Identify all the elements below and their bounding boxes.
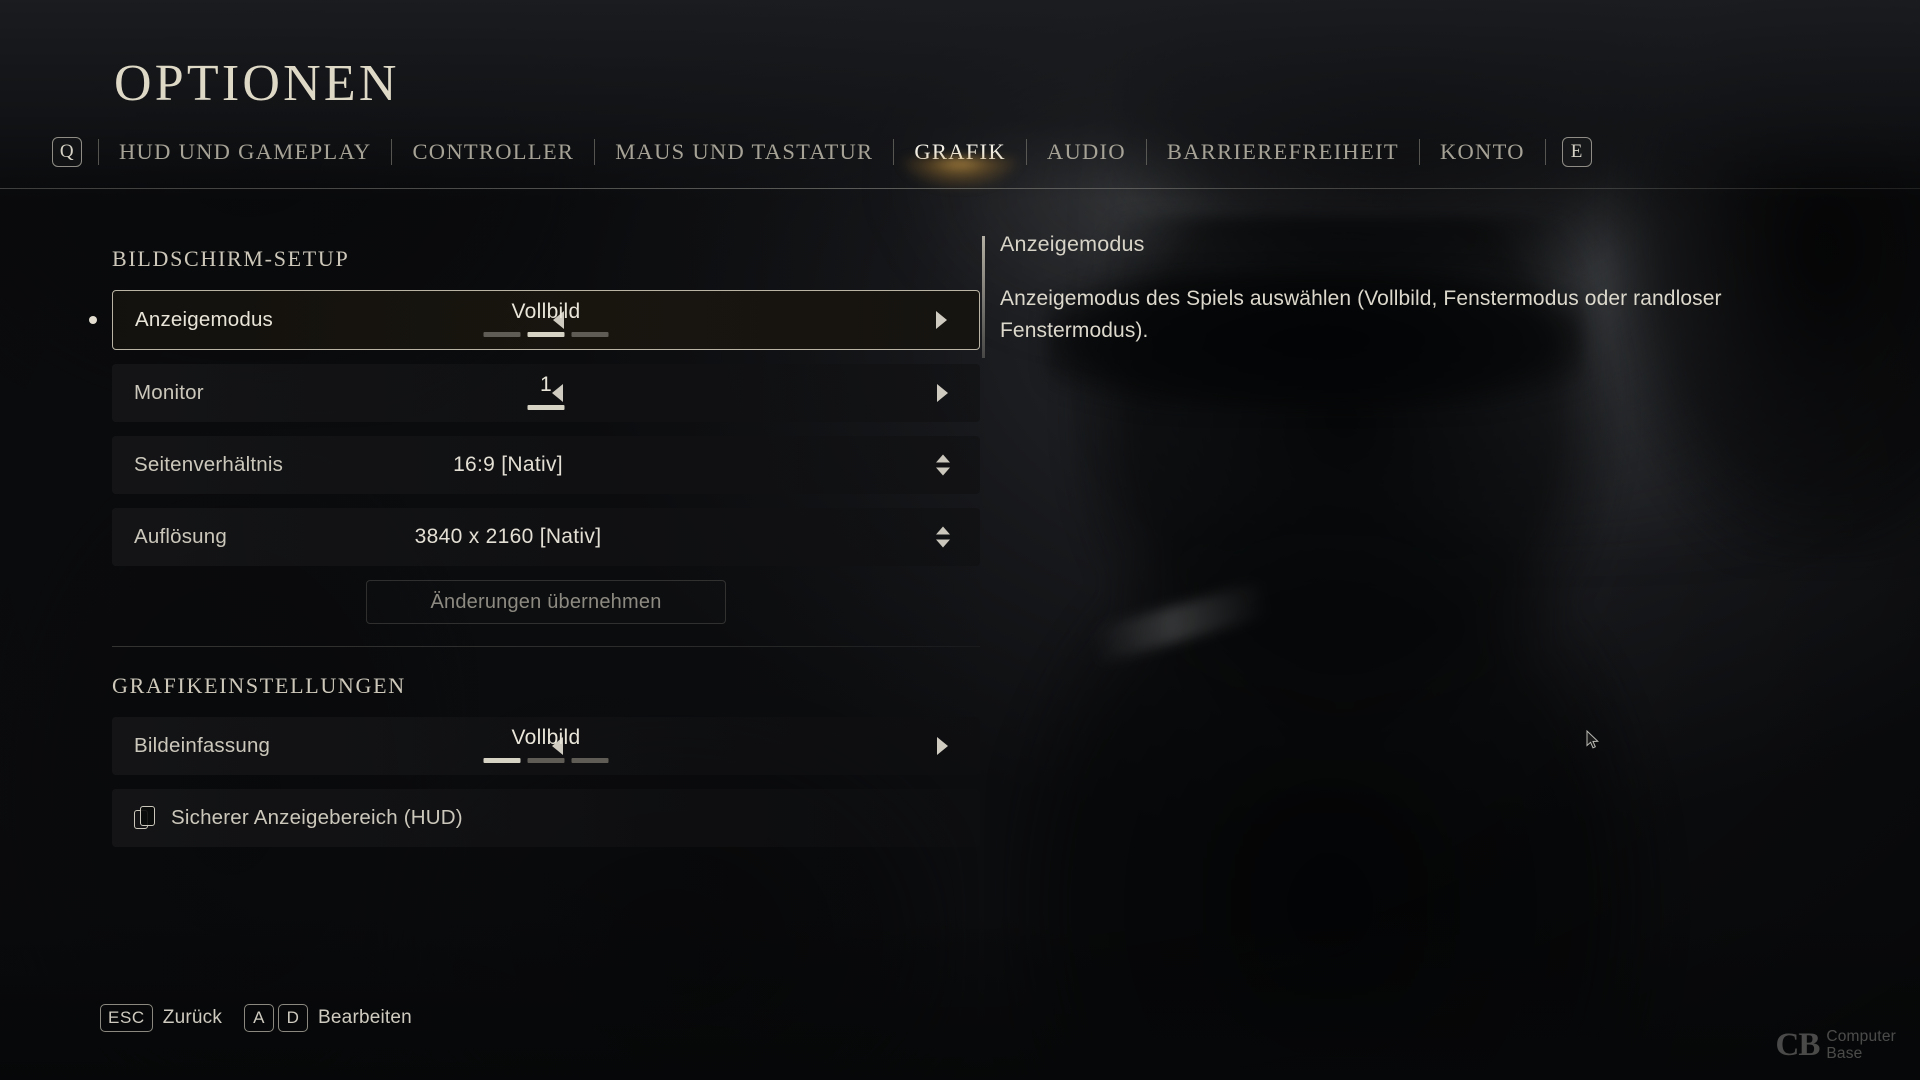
tab-barrierefreiheit[interactable]: BARRIEREFREIHEIT <box>1163 137 1403 167</box>
stepper-caret-icon[interactable] <box>936 526 950 548</box>
settings-column: BILDSCHIRM-SETUP Anzeigemodus Vollbild M… <box>112 246 980 861</box>
tab-bar: Q HUD UND GAMEPLAY CONTROLLER MAUS UND T… <box>52 132 1592 172</box>
description-body: Anzeigemodus des Spiels auswählen (Vollb… <box>1000 287 1722 342</box>
next-tab-key-badge[interactable]: E <box>1561 137 1592 167</box>
caret-up-icon <box>936 526 950 535</box>
hint-label-edit: Bearbeiten <box>318 1007 412 1028</box>
screen-overlap-icon <box>134 805 157 831</box>
mouse-cursor-icon <box>1586 730 1600 750</box>
setting-label: Bildeinfassung <box>134 734 271 757</box>
increment-arrow-icon[interactable] <box>936 311 947 329</box>
spinner-control: 1 <box>527 372 565 410</box>
setting-row-monitor[interactable]: Monitor 1 <box>112 364 980 422</box>
description-panel: Anzeigemodus Anzeigemodus des Spiels aus… <box>982 232 1790 358</box>
segment-active <box>483 758 521 763</box>
tab-separator <box>1544 139 1546 165</box>
setting-row-bildeinfassung[interactable]: Bildeinfassung Vollbild <box>112 717 980 775</box>
watermark-line-2: Base <box>1826 1045 1863 1062</box>
tab-separator <box>1025 139 1027 165</box>
watermark: CB Computer Base <box>1776 1028 1897 1062</box>
footer-hints: ESC Zurück A D Bearbeiten <box>100 1004 434 1032</box>
setting-row-seitenverhaeltnis[interactable]: Seitenverhältnis 16:9 [Nativ] <box>112 436 980 494</box>
setting-row-sicherer-anzeigebereich[interactable]: Sicherer Anzeigebereich (HUD) <box>112 789 980 847</box>
section-divider <box>112 646 980 647</box>
setting-value: Vollbild <box>511 300 581 323</box>
increment-arrow-icon[interactable] <box>937 384 948 402</box>
tab-separator <box>98 139 99 165</box>
setting-value: 1 <box>540 373 552 396</box>
hint-label-back: Zurück <box>162 1007 223 1028</box>
section-heading-grafikeinstellungen: GRAFIKEINSTELLUNGEN <box>112 673 406 698</box>
segment-active <box>527 332 565 337</box>
segment <box>571 332 609 337</box>
prev-tab-key-badge[interactable]: Q <box>52 137 82 167</box>
segment-indicator <box>527 405 565 410</box>
segment-indicator <box>483 332 609 337</box>
description-accent-bar <box>982 236 985 358</box>
spinner-control: Vollbild <box>483 725 609 763</box>
segment-active <box>527 405 565 410</box>
tab-audio[interactable]: AUDIO <box>1043 137 1130 167</box>
caret-down-icon <box>936 467 950 476</box>
description-title: Anzeigemodus <box>1000 232 1145 256</box>
setting-label: Anzeigemodus <box>135 308 274 331</box>
tab-separator <box>1418 139 1420 165</box>
watermark-logo: CB <box>1775 1027 1821 1063</box>
page-title: OPTIONEN <box>114 55 400 112</box>
segment <box>571 758 609 763</box>
tab-konto[interactable]: KONTO <box>1436 137 1529 167</box>
tab-separator <box>893 139 895 165</box>
setting-value: 3840 x 2160 [Nativ] <box>414 525 602 548</box>
setting-label: Sicherer Anzeigebereich (HUD) <box>171 806 463 829</box>
header-divider <box>0 188 1920 189</box>
spinner-control: Vollbild <box>483 299 609 337</box>
watermark-line-1: Computer <box>1826 1028 1896 1045</box>
segment <box>527 758 565 763</box>
setting-value: Vollbild <box>511 726 581 749</box>
tab-maus-und-tastatur[interactable]: MAUS UND TASTATUR <box>611 137 877 167</box>
tab-hud-und-gameplay[interactable]: HUD UND GAMEPLAY <box>115 137 375 167</box>
increment-arrow-icon[interactable] <box>937 737 948 755</box>
segment-indicator <box>483 758 609 763</box>
key-badge-a[interactable]: A <box>244 1004 275 1032</box>
key-badge-d[interactable]: D <box>278 1004 309 1032</box>
section-heading-bildschirm-setup: BILDSCHIRM-SETUP <box>112 246 350 271</box>
watermark-text: Computer Base <box>1826 1028 1896 1062</box>
watermark-row: CB Computer Base <box>1776 1028 1897 1062</box>
tab-separator <box>1145 139 1147 165</box>
caret-up-icon <box>936 454 950 463</box>
tab-separator <box>594 139 596 165</box>
setting-value: 16:9 [Nativ] <box>453 453 563 476</box>
key-badge-esc[interactable]: ESC <box>100 1004 153 1032</box>
apply-changes-button[interactable]: Änderungen übernehmen <box>366 580 726 624</box>
stepper-caret-icon[interactable] <box>936 454 950 476</box>
tab-separator <box>391 139 393 165</box>
setting-label: Monitor <box>134 381 204 404</box>
caret-down-icon <box>936 539 950 548</box>
screen-overlap-icon-front <box>140 805 155 826</box>
segment <box>483 332 521 337</box>
setting-row-anzeigemodus[interactable]: Anzeigemodus Vollbild <box>112 290 980 350</box>
tab-grafik[interactable]: GRAFIK <box>910 137 1010 167</box>
tab-controller[interactable]: CONTROLLER <box>408 137 578 167</box>
setting-row-aufloesung[interactable]: Auflösung 3840 x 2160 [Nativ] <box>112 508 980 566</box>
